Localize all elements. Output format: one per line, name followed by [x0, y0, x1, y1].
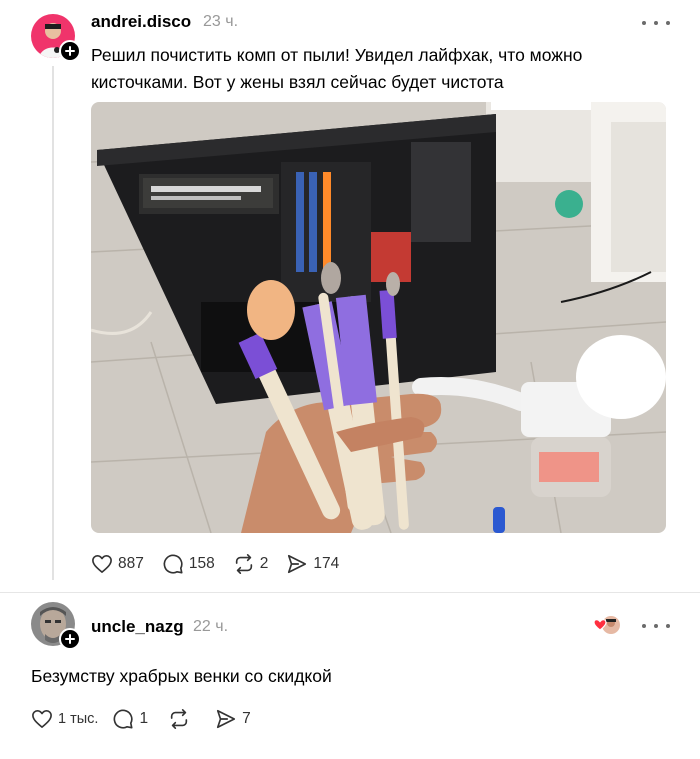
post-text: Решил почистить комп от пыли! Увидел лай… — [91, 42, 681, 96]
comment-count: 1 — [139, 710, 149, 727]
reply-text: Безумству храбрых венки со скидкой — [31, 666, 332, 686]
post-divider — [0, 592, 700, 593]
like-button[interactable]: 1 тыс. — [31, 709, 98, 729]
more-dots-icon[interactable] — [642, 616, 670, 636]
post-username[interactable]: andrei.disco — [91, 12, 191, 32]
reply-timestamp[interactable]: 22 ч. — [193, 618, 228, 636]
more-dots-icon[interactable] — [642, 13, 670, 33]
send-icon — [288, 554, 307, 574]
comment-button[interactable]: 1 — [112, 708, 148, 730]
share-button[interactable]: 174 — [286, 553, 339, 575]
repost-count: 2 — [259, 555, 269, 572]
author-liked-indicator — [593, 614, 622, 636]
share-count: 7 — [242, 710, 251, 727]
speech-bubble-icon — [114, 709, 134, 729]
thread-line — [52, 66, 54, 580]
heart-icon — [92, 555, 112, 573]
reply-actions: 1 тыс. 1 7 — [31, 708, 269, 730]
comment-button[interactable]: 158 — [162, 553, 215, 575]
share-button[interactable]: 7 — [215, 708, 251, 730]
comment-count: 158 — [188, 555, 215, 572]
plus-icon — [65, 634, 75, 644]
plus-icon — [65, 46, 75, 56]
like-count: 1 тыс. — [58, 711, 99, 727]
heart-icon — [32, 710, 52, 728]
repost-button[interactable] — [168, 708, 195, 730]
reply-username[interactable]: uncle_nazg — [91, 617, 184, 637]
post-actions: 887 158 2 174 — [91, 553, 357, 575]
like-count: 887 — [118, 555, 144, 572]
repost-icon — [235, 554, 252, 574]
repost-icon — [170, 709, 188, 729]
post-text-line: кисточками. Вот у жены взял сейчас будет… — [91, 72, 504, 92]
post-author-avatar[interactable] — [31, 14, 81, 62]
post-card: andrei.disco 23 ч. Решил почистить комп … — [0, 0, 700, 592]
share-count: 174 — [313, 555, 340, 572]
pc-case-and-brushes-photo — [91, 102, 666, 533]
follow-button[interactable] — [59, 40, 81, 62]
speech-bubble-icon — [163, 554, 183, 574]
post-image[interactable] — [91, 102, 666, 533]
post-timestamp[interactable]: 23 ч. — [203, 13, 238, 31]
follow-button[interactable] — [59, 628, 81, 650]
post-text-line: Решил почистить комп от пыли! Увидел лай… — [91, 45, 583, 65]
repost-button[interactable]: 2 — [233, 553, 269, 575]
send-icon — [216, 709, 236, 729]
reply-author-avatar[interactable] — [31, 602, 81, 650]
like-button[interactable]: 887 — [91, 554, 144, 574]
